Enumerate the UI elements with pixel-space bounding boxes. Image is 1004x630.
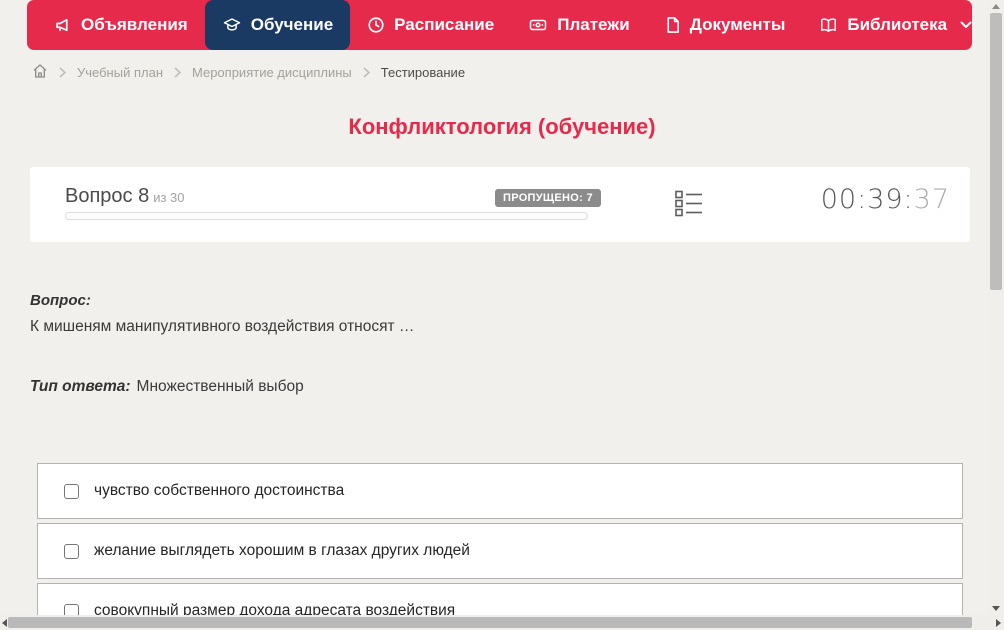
question-card: Вопрос 8 из 30 ПРОПУЩЕНО: 7 00:39:37 [30, 167, 970, 242]
vertical-scrollbar-thumb[interactable] [990, 13, 1002, 290]
graduation-cap-icon [222, 16, 242, 34]
test-timer: 00:39:37 [821, 184, 950, 215]
vertical-scrollbar[interactable] [988, 0, 1004, 615]
timer-hours-minutes: 00:39: [820, 184, 914, 215]
breadcrumb-item-testing: Тестирование [380, 64, 466, 80]
question-number-label: Вопрос 8 [65, 185, 150, 207]
nav-item-announcements[interactable]: Объявления [37, 0, 205, 50]
answer-option-row[interactable]: чувство собственного достоинства [37, 463, 963, 519]
main-navbar: Объявления Обучение Расписание Платежи Д… [27, 0, 972, 50]
answer-option-label: чувство собственного достоинства [94, 482, 345, 499]
answer-option-label: желание выглядеть хорошим в глазах други… [94, 542, 470, 559]
breadcrumb-item-curriculum[interactable]: Учебный план [77, 65, 163, 80]
nav-item-label: Обучение [250, 15, 334, 34]
chevron-down-icon [960, 21, 972, 29]
answer-type-value: Множественный выбор [136, 378, 304, 395]
question-heading: Вопрос: [30, 292, 91, 309]
nav-item-schedule[interactable]: Расписание [350, 0, 511, 50]
nav-item-label: Библиотека [847, 15, 948, 34]
horizontal-scrollbar-thumb[interactable] [8, 617, 972, 628]
scroll-up-arrow-icon[interactable] [992, 4, 1000, 9]
checkbox-icon[interactable] [64, 543, 79, 559]
question-text: К мишеням манипулятивного воздействия от… [30, 318, 415, 335]
breadcrumb-item-discipline-event[interactable]: Мероприятие дисциплины [192, 65, 352, 80]
clock-icon [367, 16, 385, 34]
scroll-down-arrow-icon[interactable] [992, 606, 1000, 611]
question-number: Вопрос 8 из 30 [65, 185, 185, 208]
answer-option-row[interactable]: желание выглядеть хорошим в глазах други… [37, 523, 963, 579]
book-icon [819, 16, 838, 34]
megaphone-icon [54, 16, 72, 34]
timer-seconds: 37 [913, 184, 950, 215]
nav-item-label: Объявления [81, 15, 188, 34]
nav-item-library[interactable]: Библиотека [802, 0, 989, 50]
skipped-badge: ПРОПУЩЕНО: 7 [495, 189, 601, 207]
nav-item-documents[interactable]: Документы [647, 0, 803, 50]
answer-type-row: Тип ответа: Множественный выбор [30, 378, 304, 396]
answer-type-label: Тип ответа: [30, 378, 131, 395]
page-title: Конфликтология (обучение) [348, 114, 656, 139]
nav-item-label: Расписание [394, 15, 495, 34]
nav-item-learning[interactable]: Обучение [204, 0, 351, 50]
question-list-icon[interactable] [675, 190, 703, 222]
horizontal-scrollbar[interactable] [0, 615, 1004, 630]
question-total-label: из 30 [153, 190, 185, 205]
chevron-right-icon [174, 66, 181, 78]
home-icon[interactable] [32, 63, 48, 82]
test-progress-bar [65, 212, 588, 220]
nav-item-label: Документы [689, 15, 786, 34]
answer-options: чувство собственного достоинства желание… [37, 463, 963, 630]
chevron-right-icon [59, 66, 66, 78]
lms-test-page: Объявления Обучение Расписание Платежи Д… [0, 0, 1004, 630]
scroll-left-arrow-icon[interactable] [2, 619, 7, 627]
nav-item-label: Платежи [557, 15, 630, 34]
breadcrumb: Учебный план Мероприятие дисциплины Тест… [32, 63, 465, 81]
document-icon [664, 16, 681, 34]
scroll-right-arrow-icon[interactable] [996, 619, 1001, 627]
chevron-right-icon [363, 66, 370, 78]
nav-item-payments[interactable]: Платежи [511, 0, 647, 50]
checkbox-icon[interactable] [64, 483, 79, 499]
banknote-icon [528, 16, 548, 34]
